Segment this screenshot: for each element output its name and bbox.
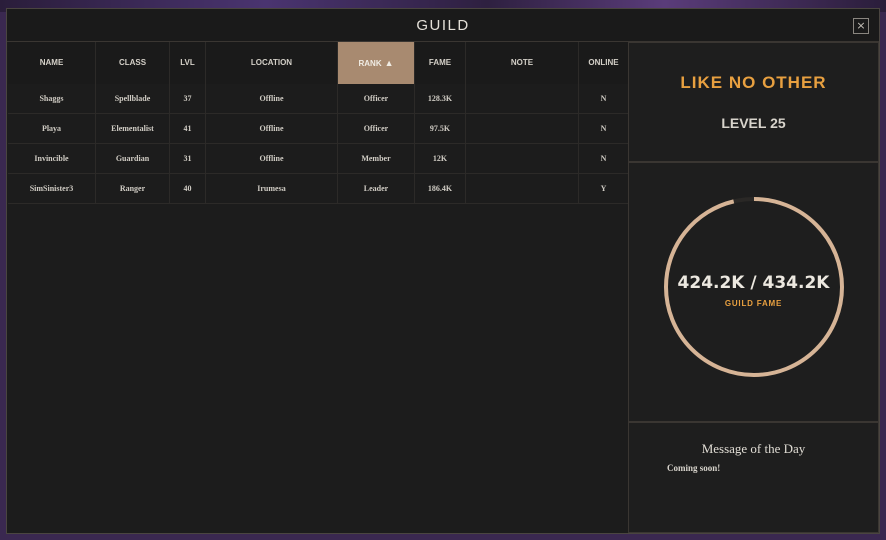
column-header-location[interactable]: LOCATION: [206, 42, 338, 84]
cell-lvl: 41: [170, 114, 206, 144]
cell-lvl: 31: [170, 144, 206, 174]
cell-rank: Officer: [338, 114, 415, 144]
cell-online: N: [600, 94, 607, 103]
column-header-label: ONLINE: [588, 58, 619, 67]
column-header-label: NOTE: [510, 58, 534, 67]
guild-fame-panel: 424.2K / 434.2K GUILD FAME: [628, 162, 879, 422]
cell-online: Y: [600, 184, 607, 193]
table-row[interactable]: Playa Elementalist 41 Offline Officer 97.5K N: [8, 114, 628, 144]
cell-online: N: [600, 124, 607, 133]
cell-class: Guardian: [96, 144, 170, 174]
table-row[interactable]: Shaggs Spellblade 37 Offline Officer 128.3K N: [8, 84, 628, 114]
column-header-label: LOCATION: [250, 58, 293, 67]
cell-name: Shaggs: [8, 84, 96, 114]
guild-fame-value: 424.2K / 434.2K: [677, 273, 830, 293]
cell-note: [466, 114, 579, 144]
cell-location: Offline: [206, 144, 338, 174]
close-button[interactable]: ×: [853, 18, 869, 34]
guild-summary: LIKE NO OTHER LEVEL 25: [628, 42, 879, 162]
column-header-lvl[interactable]: LVL: [170, 42, 206, 84]
title-bar: GUILD ×: [7, 9, 879, 42]
window-title: GUILD: [416, 17, 470, 34]
column-header-class[interactable]: CLASS: [96, 42, 170, 84]
column-header-label: LVL: [180, 58, 195, 67]
cell-fame: 97.5K: [415, 114, 466, 144]
motd-title: Message of the Day: [701, 441, 806, 456]
cell-name: Playa: [8, 114, 96, 144]
guild-info-panel: LIKE NO OTHER LEVEL 25 424.2K / 434.2K G…: [628, 42, 879, 533]
cell-note: [466, 84, 579, 114]
column-header-label: RANK: [358, 59, 382, 68]
column-header-label: CLASS: [118, 58, 147, 67]
cell-rank: Member: [338, 144, 415, 174]
column-header-online[interactable]: ONLINE: [579, 42, 628, 84]
cell-class: Elementalist: [96, 114, 170, 144]
cell-name: SimSinister3: [8, 174, 96, 204]
motd-text: Coming soon!: [667, 463, 721, 473]
guild-level: LEVEL 25: [721, 115, 786, 131]
cell-location: Offline: [206, 84, 338, 114]
column-header-note[interactable]: NOTE: [466, 42, 579, 84]
sort-ascending-icon: ▲: [384, 58, 394, 68]
cell-location: Irumesa: [206, 174, 338, 204]
cell-name: Invincible: [8, 144, 96, 174]
table-header: NAME CLASS LVL LOCATION RANK ▲ FAME NOTE ONLINE: [8, 42, 628, 84]
cell-note: [466, 174, 579, 204]
cell-online: N: [600, 154, 607, 163]
member-table: NAME CLASS LVL LOCATION RANK ▲ FAME NOTE ONLINE …: [8, 42, 628, 533]
guild-window: GUILD × NAME CLASS LVL LOCATION RANK ▲ FAME NOT…: [6, 8, 880, 534]
cell-lvl: 37: [170, 84, 206, 114]
column-header-rank[interactable]: RANK ▲: [338, 42, 415, 84]
column-header-name[interactable]: NAME: [8, 42, 96, 84]
cell-class: Spellblade: [96, 84, 170, 114]
guild-name: LIKE NO OTHER: [680, 73, 827, 92]
cell-location: Offline: [206, 114, 338, 144]
cell-rank: Officer: [338, 84, 415, 114]
cell-fame: 128.3K: [415, 84, 466, 114]
column-header-label: FAME: [428, 58, 452, 67]
column-header-fame[interactable]: FAME: [415, 42, 466, 84]
cell-lvl: 40: [170, 174, 206, 204]
cell-fame: 12K: [415, 144, 466, 174]
table-row[interactable]: Invincible Guardian 31 Offline Member 12K N: [8, 144, 628, 174]
guild-fame-label: GUILD FAME: [724, 299, 783, 308]
cell-class: Ranger: [96, 174, 170, 204]
column-header-label: NAME: [39, 58, 64, 67]
table-row[interactable]: SimSinister3 Ranger 40 Irumesa Leader 186.4K Y: [8, 174, 628, 204]
cell-rank: Leader: [338, 174, 415, 204]
motd-panel: Message of the Day Coming soon!: [628, 422, 879, 533]
cell-fame: 186.4K: [415, 174, 466, 204]
cell-note: [466, 144, 579, 174]
